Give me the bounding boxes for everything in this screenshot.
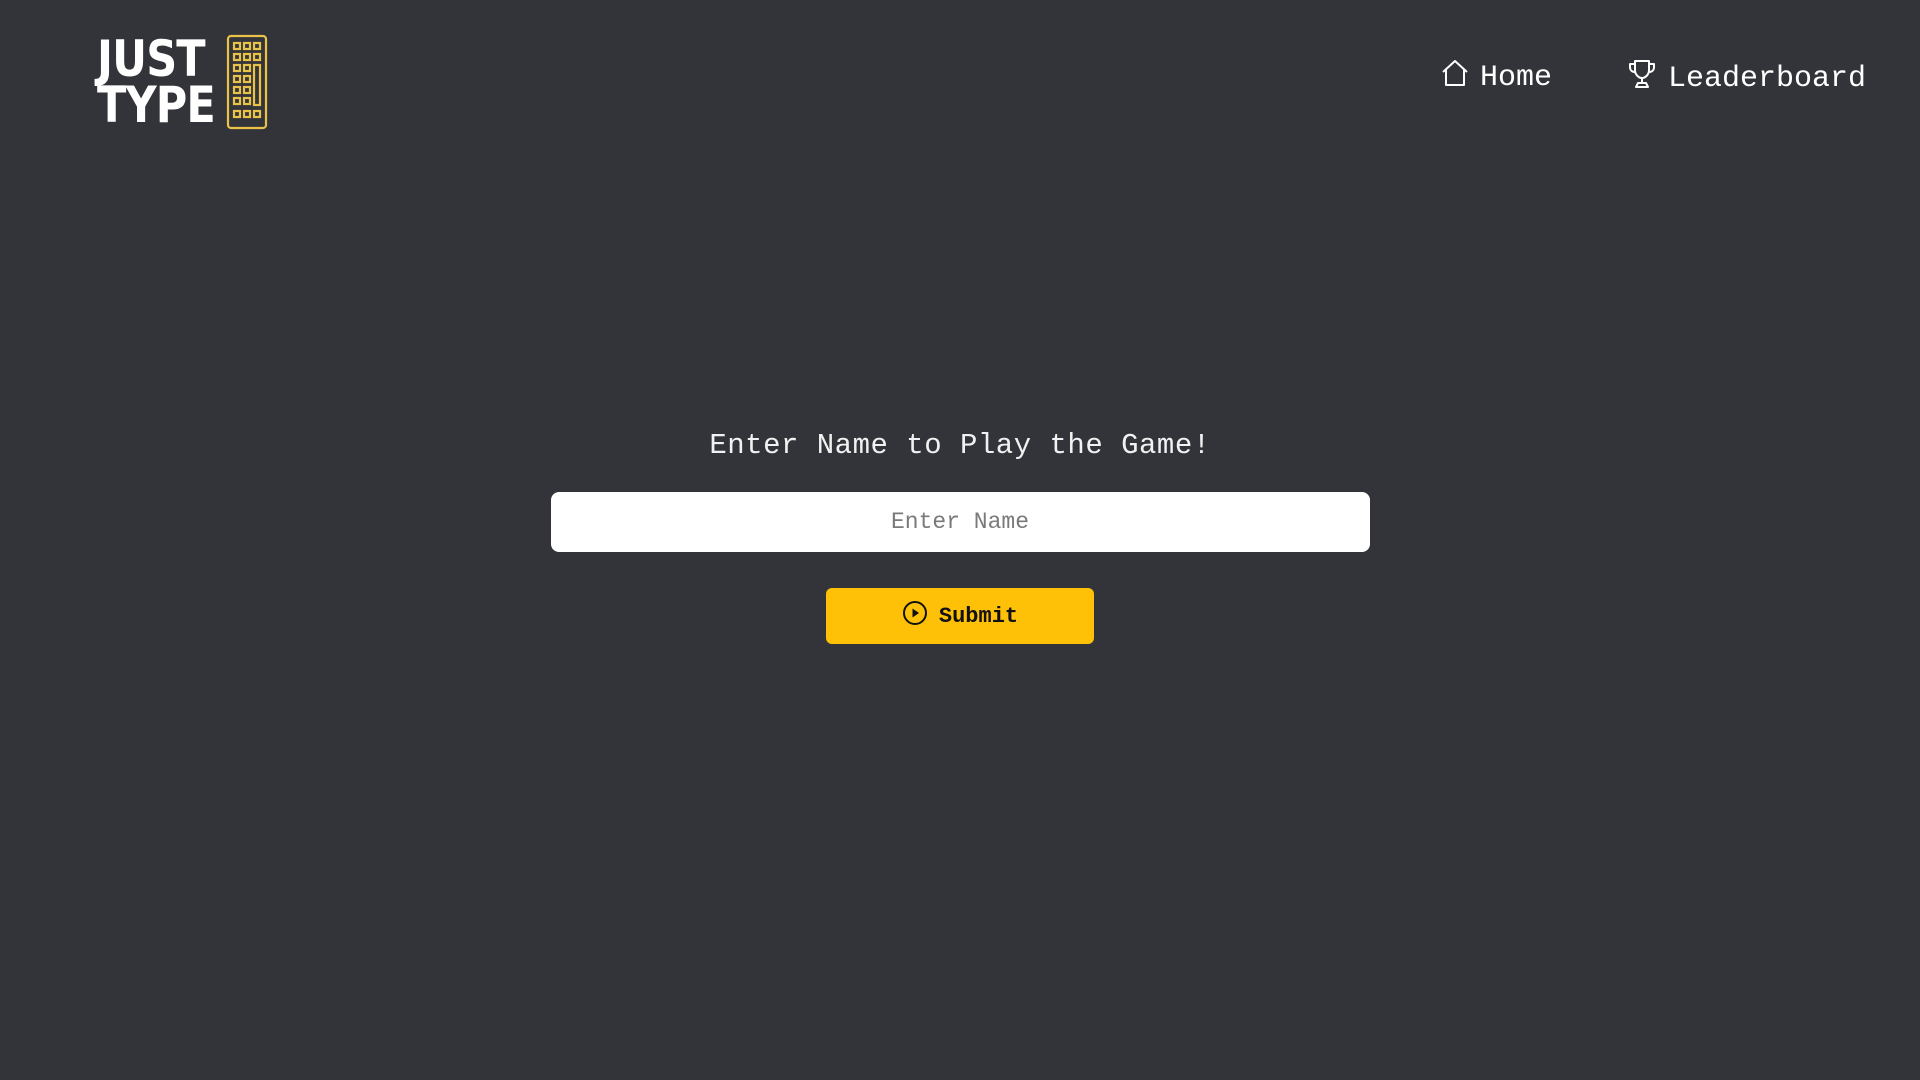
nav-home-label: Home [1480, 61, 1553, 95]
home-icon [1440, 58, 1480, 98]
nav-home-link[interactable]: Home [1440, 58, 1552, 98]
name-input[interactable] [550, 492, 1370, 552]
logo-line-2: TYPE [97, 76, 216, 134]
logo-text: JUST TYPE [97, 34, 216, 134]
name-entry-form: Enter Name to Play the Game! Submit [0, 420, 1920, 644]
submit-label: Submit [938, 603, 1019, 629]
nav-leaderboard-link[interactable]: Leaderboard [1626, 58, 1866, 100]
logo[interactable]: JUST TYPE [97, 32, 272, 132]
nav-leaderboard-label: Leaderboard [1668, 62, 1867, 96]
header: JUST TYPE Home Leaderboard [0, 0, 1920, 160]
page-title: Enter Name to Play the Game! [709, 429, 1211, 462]
keyboard-icon [226, 34, 268, 135]
page: JUST TYPE Home Leaderboard Enter Name to… [0, 0, 1920, 1080]
play-circle-icon [902, 600, 939, 633]
submit-button[interactable]: Submit [826, 588, 1094, 644]
trophy-icon [1626, 58, 1668, 100]
